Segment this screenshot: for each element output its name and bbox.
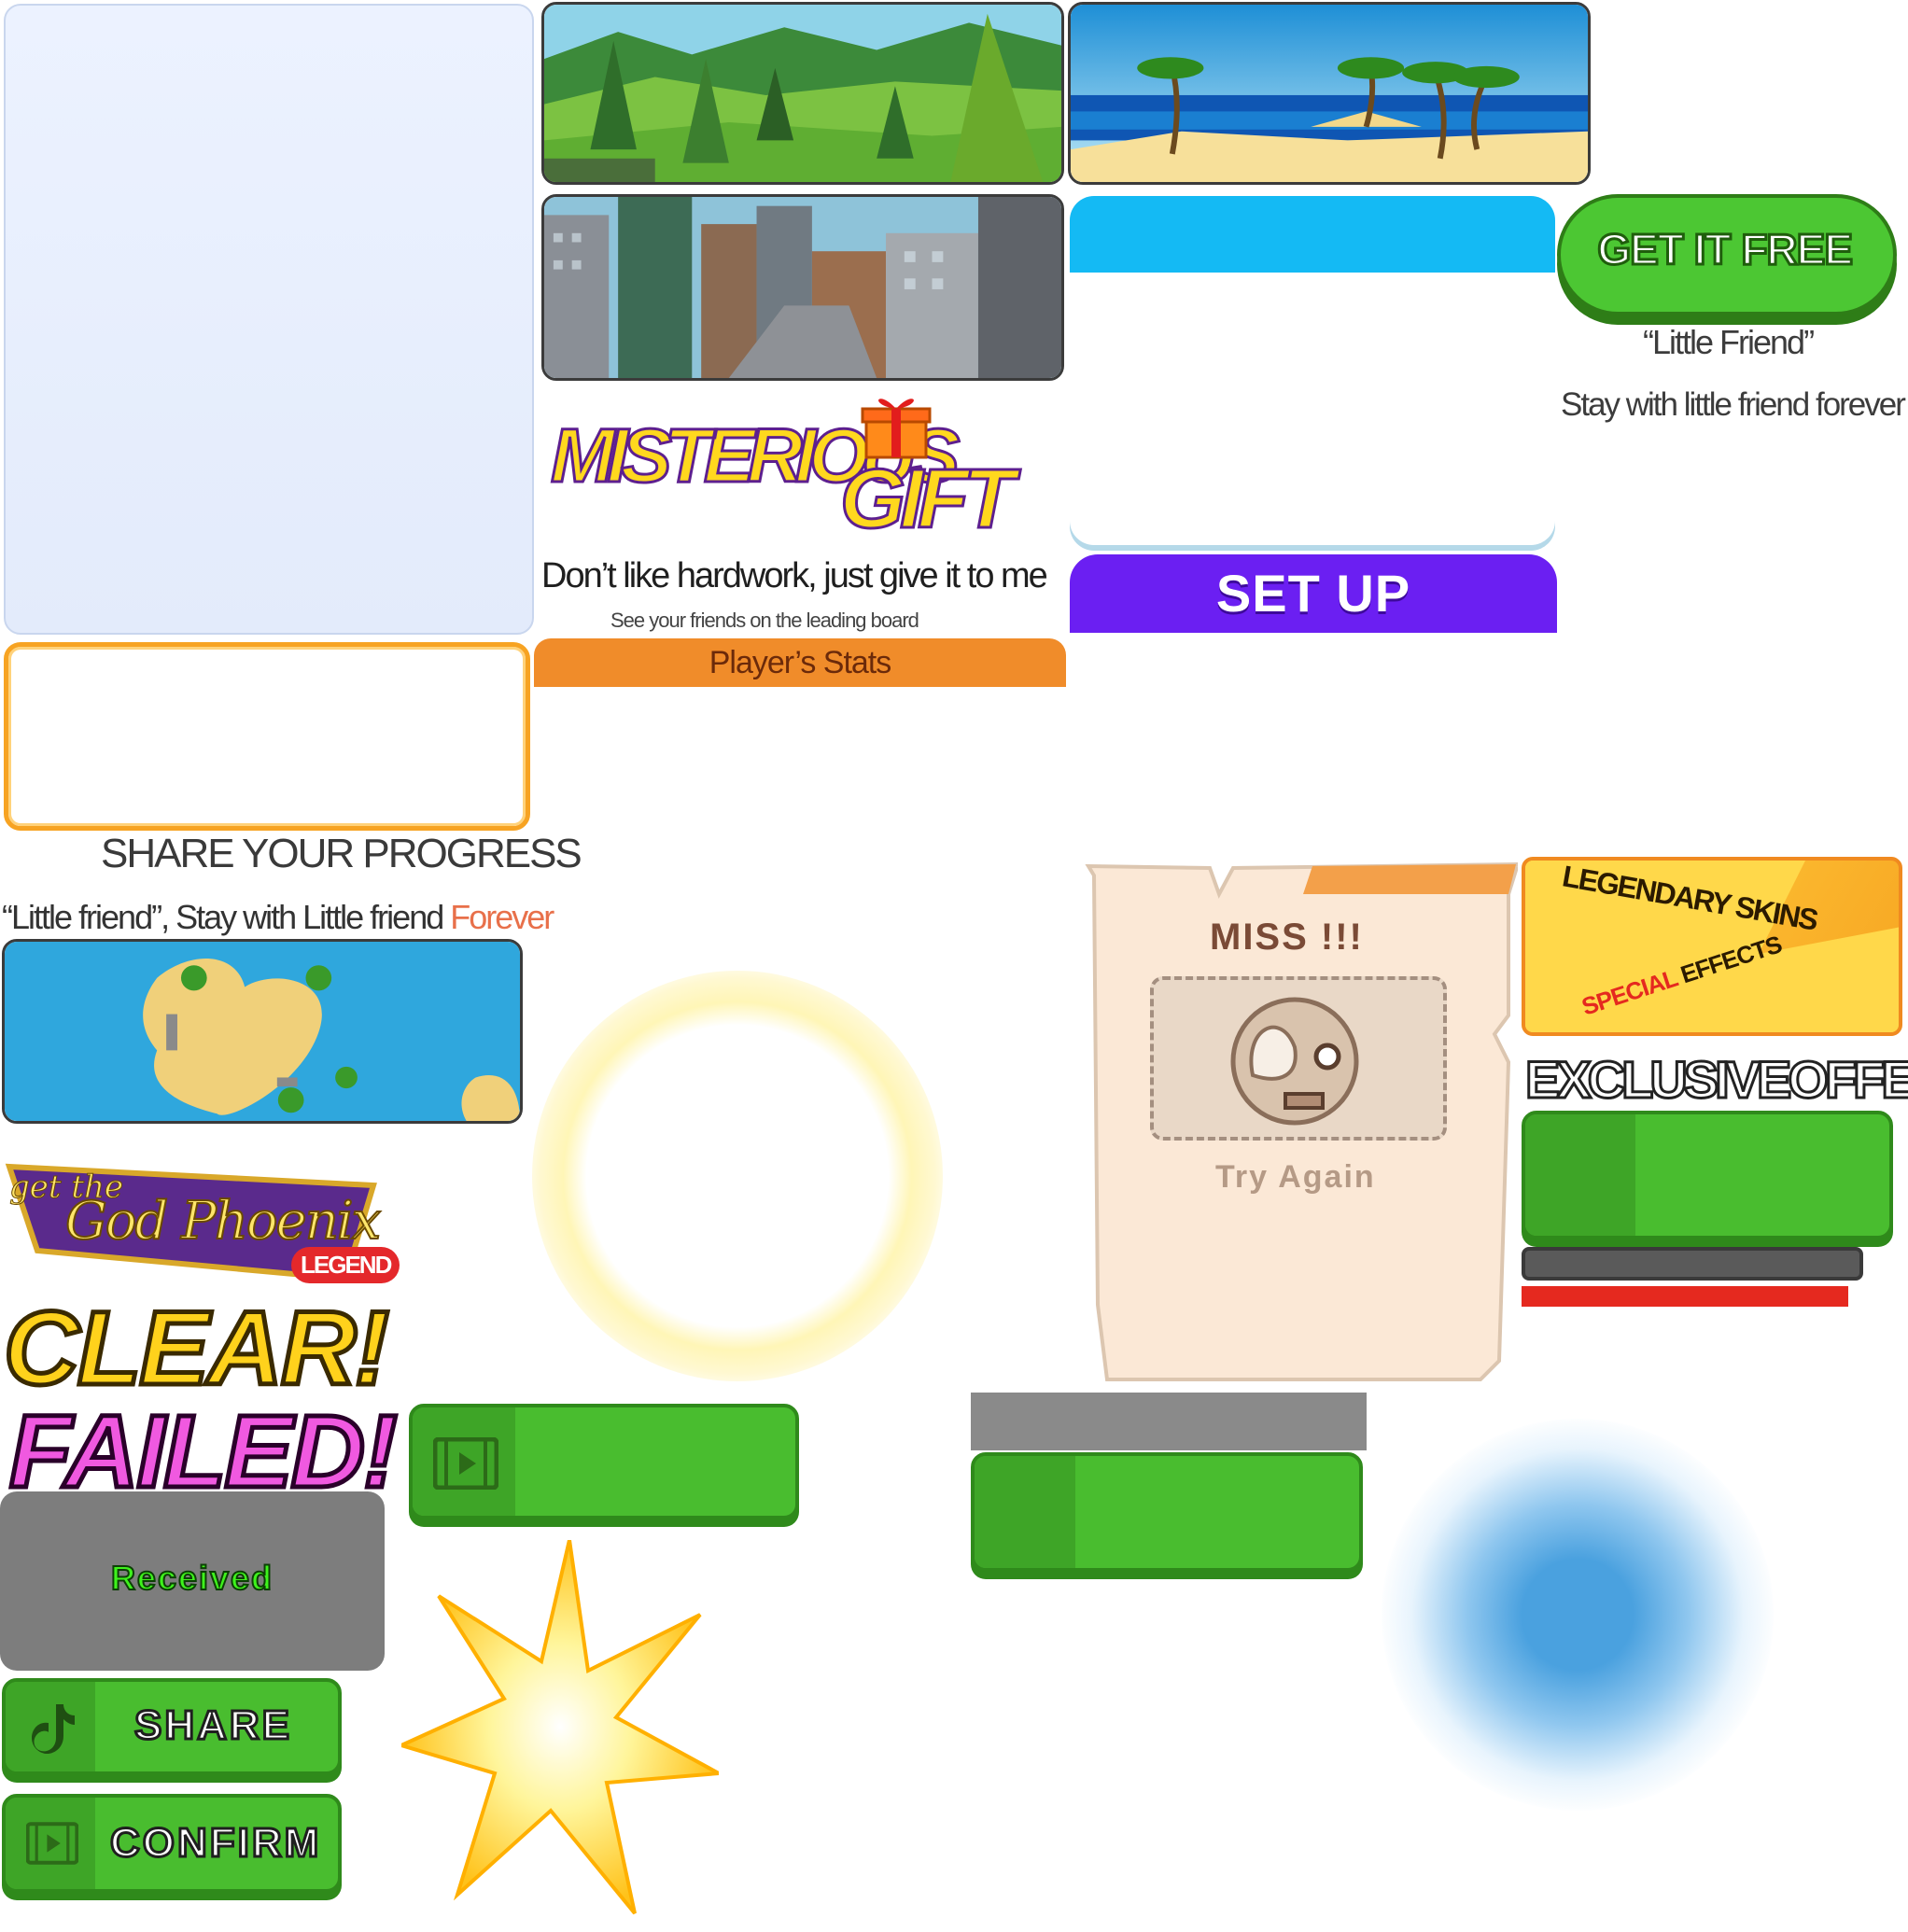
- blank-panel: [4, 4, 534, 635]
- share-progress-caption: “Little friend”, Stay with Little friend…: [2, 898, 554, 937]
- progress-bar-red: [1522, 1286, 1848, 1307]
- caption-highlight: Forever: [450, 898, 554, 936]
- offer-green-button-left: [1525, 1114, 1635, 1236]
- beach-level-thumbnail[interactable]: [1068, 2, 1591, 185]
- offer-item-desc: Stay with little friend forever: [1561, 386, 1906, 423]
- get-it-free-label: GET IT FREE: [1596, 224, 1855, 275]
- legendary-skins-banner[interactable]: LEGENDARY SKINS SPECIAL EFFECTS: [1522, 857, 1902, 1036]
- logo-line2: God Phoenix: [64, 1190, 382, 1253]
- received-label: Received: [110, 1558, 274, 1598]
- gift-box-icon: [861, 399, 932, 459]
- beach-scene-image: [1071, 5, 1588, 182]
- player-stats-header: Player’s Stats: [534, 638, 1066, 687]
- share-progress-title: SHARE YOUR PROGRESS: [101, 831, 582, 876]
- share-progress-frame: [4, 642, 530, 831]
- star-burst-effect: [401, 1540, 719, 1915]
- setup-card: [1070, 196, 1555, 545]
- gift-title-2: GIFT: [839, 452, 1017, 548]
- offer-green-button[interactable]: [1522, 1111, 1893, 1239]
- gift-tagline: Don’t like hardwork, just give it to me: [541, 556, 1048, 595]
- misterious-gift-logo: MISTERIOUS GIFT: [549, 392, 1017, 548]
- city-level-thumbnail[interactable]: [541, 194, 1064, 381]
- blue-glow-effect: [1382, 1419, 1774, 1811]
- island-scene-image: [5, 942, 520, 1121]
- confirm-button[interactable]: CONFIRM: [2, 1794, 342, 1893]
- ghost-face-icon: [1230, 997, 1359, 1126]
- progress-bar-track: [1522, 1247, 1863, 1281]
- caption-main: “Little friend”, Stay with Little friend: [2, 898, 451, 936]
- gift-subtitle: See your friends on the leading board: [610, 609, 919, 632]
- wide-green-button-left: [975, 1456, 1075, 1568]
- share-button[interactable]: SHARE: [2, 1678, 342, 1775]
- offer-item-name: “Little Friend”: [1643, 323, 1815, 361]
- player-stats-body: [1070, 635, 1557, 849]
- exclusive-offers-title: EXCLUSIVEOFFERS: [1524, 1049, 1908, 1111]
- setup-button[interactable]: SET UP: [1070, 554, 1557, 633]
- logo-badge: LEGEND: [291, 1247, 400, 1283]
- city-scene-image: [544, 197, 1061, 378]
- confirm-label: CONFIRM: [108, 1819, 322, 1868]
- forest-level-thumbnail[interactable]: [541, 2, 1064, 185]
- wide-green-button[interactable]: [971, 1452, 1363, 1572]
- setup-card-header: [1070, 196, 1555, 273]
- miss-icon-frame: [1150, 976, 1447, 1141]
- forest-scene-image: [544, 5, 1061, 182]
- video-green-button[interactable]: [409, 1404, 799, 1519]
- god-phoenix-logo: get the God Phoenix LEGEND: [0, 1139, 400, 1288]
- island-level-thumbnail[interactable]: [2, 939, 523, 1124]
- miss-paper-panel: MISS !!! Try Again: [1070, 857, 1518, 1389]
- try-again-label[interactable]: Try Again: [1215, 1159, 1376, 1196]
- share-label: SHARE: [133, 1701, 293, 1750]
- received-panel: Received: [0, 1491, 385, 1671]
- get-it-free-button[interactable]: GET IT FREE: [1557, 194, 1897, 315]
- film-strip-icon: [26, 1822, 78, 1865]
- glow-ring-effect: [532, 971, 943, 1381]
- clear-title: CLEAR!: [1, 1288, 391, 1409]
- tiktok-icon: [32, 1704, 75, 1755]
- miss-title: MISS !!!: [1210, 917, 1364, 958]
- film-strip-icon: [433, 1437, 498, 1490]
- gray-bar: [971, 1393, 1367, 1450]
